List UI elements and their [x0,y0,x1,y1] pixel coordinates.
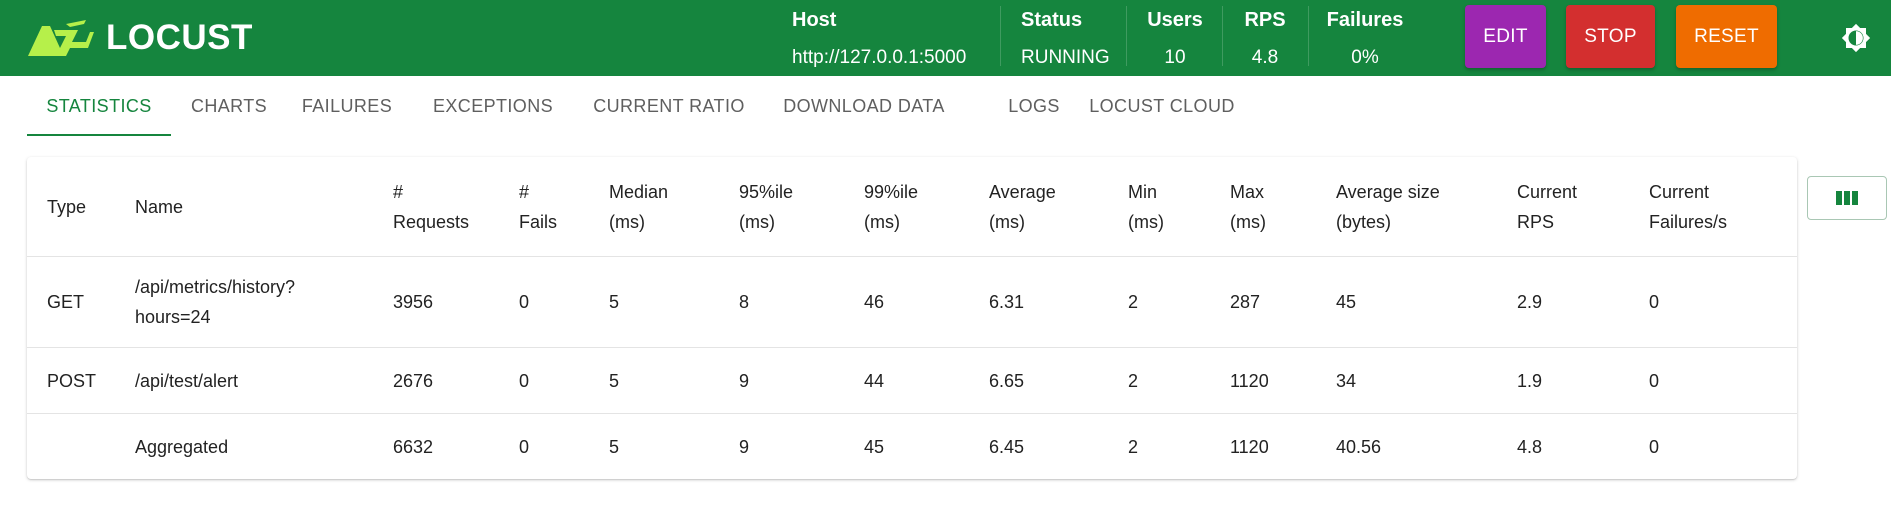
column-header-current-failures[interactable]: Current Failures/s [1649,157,1727,256]
divider [1308,6,1309,66]
cell-name: /api/metrics/history? hours=24 [135,277,296,327]
cell-current-rps: 2.9 [1517,292,1543,312]
tab-failures[interactable]: FAILURES [297,76,397,136]
column-header-requests[interactable]: # Requests [393,157,469,256]
cell-current-rps: 4.8 [1517,436,1543,457]
column-header-95ile[interactable]: 95%ile (ms) [739,157,793,256]
rps-value: 4.8 [1251,47,1279,68]
column-header-average-size[interactable]: Average size (bytes) [1336,157,1440,256]
divider [1126,6,1127,66]
edit-button[interactable]: EDIT [1465,5,1546,68]
tab-download-data[interactable]: DOWNLOAD DATA [779,76,949,136]
column-header-fails[interactable]: # Fails [519,157,557,256]
divider [1222,6,1223,66]
tab-logs[interactable]: LOGS [979,76,1089,136]
cell-min: 2 [1128,292,1139,312]
rps-label: RPS [1244,9,1286,31]
table-header-row: Type Name # Requests # Fails Median (ms) 95… [27,157,1797,257]
cell-current-failures: 0 [1649,292,1660,312]
theme-toggle-button[interactable] [1836,18,1876,58]
cell-median: 5 [609,292,620,312]
statistics-table: Type Name # Requests # Fails Median (ms) 95… [27,157,1797,479]
stop-button[interactable]: STOP [1566,5,1655,68]
tab-current-ratio[interactable]: CURRENT RATIO [589,76,749,136]
active-tab-indicator [27,134,171,136]
locust-logo-icon [28,20,94,56]
top-app-bar: LOCUST Host http://127.0.0.1:5000 Status… [0,0,1891,76]
users-value: 10 [1164,47,1186,68]
column-header-max[interactable]: Max (ms) [1230,157,1266,256]
cell-fails: 0 [519,370,530,391]
app-name: LOCUST [106,18,253,57]
cell-requests: 3956 [393,292,434,312]
cell-max: 287 [1230,292,1261,312]
cell-name: /api/test/alert [135,370,239,391]
cell-average: 6.31 [989,292,1025,312]
cell-requests: 2676 [393,370,434,391]
status-label: Status [1021,9,1083,31]
column-header-current-rps[interactable]: Current RPS [1517,157,1577,256]
host-label: Host [792,9,837,31]
cell-99ile: 46 [864,292,885,312]
cell-type: POST [47,370,97,391]
cell-min: 2 [1128,370,1139,391]
column-header-median[interactable]: Median (ms) [609,157,668,256]
cell-99ile: 45 [864,436,885,457]
cell-fails: 0 [519,292,530,312]
cell-name: Aggregated [135,436,229,457]
cell-average-size: 40.56 [1336,436,1382,457]
cell-average-size: 34 [1336,370,1357,391]
cell-current-failures: 0 [1649,436,1660,457]
table-row: POST /api/test/alert 2676 0 5 9 44 6.65 … [27,348,1797,414]
cell-95ile: 8 [739,292,750,312]
users-label: Users [1147,9,1203,31]
tab-locust-cloud[interactable]: LOCUST CLOUD [1087,76,1237,136]
column-selector-button[interactable] [1807,176,1887,220]
tab-statistics[interactable]: STATISTICS [27,76,171,136]
cell-max: 1120 [1230,436,1269,457]
column-header-average[interactable]: Average (ms) [989,157,1056,256]
cell-requests: 6632 [393,436,434,457]
column-header-type[interactable]: Type [47,157,86,256]
view-column-icon [1836,191,1858,205]
locust-logo: LOCUST [26,18,256,58]
table-row-aggregated: Aggregated 6632 0 5 9 45 6.45 2 1120 40.… [27,414,1797,479]
cell-99ile: 44 [864,370,885,391]
cell-max: 1120 [1230,370,1269,391]
divider [1000,6,1001,66]
reset-button[interactable]: RESET [1676,5,1777,68]
column-header-99ile[interactable]: 99%ile (ms) [864,157,918,256]
failures-label: Failures [1326,9,1404,31]
cell-average: 6.65 [989,370,1025,391]
status-stat: Status RUNNING [1021,8,1121,68]
failures-stat: Failures 0% [1326,8,1404,68]
tab-exceptions[interactable]: EXCEPTIONS [428,76,558,136]
brightness-icon [1841,23,1871,53]
cell-fails: 0 [519,436,530,457]
host-stat: Host http://127.0.0.1:5000 [792,8,992,68]
table-row: GET /api/metrics/history? hours=24 3956 0… [27,257,1797,348]
cell-95ile: 9 [739,436,750,457]
cell-min: 2 [1128,436,1139,457]
rps-stat: RPS 4.8 [1240,8,1290,68]
status-value: RUNNING [1021,47,1110,68]
cell-type: GET [47,292,85,312]
tab-charts[interactable]: CHARTS [182,76,276,136]
cell-median: 5 [609,370,620,391]
users-stat: Users 10 [1143,8,1207,68]
column-header-name[interactable]: Name [135,157,183,256]
cell-current-rps: 1.9 [1517,370,1543,391]
host-value: http://127.0.0.1:5000 [792,47,967,68]
cell-current-failures: 0 [1649,370,1660,391]
column-header-min[interactable]: Min (ms) [1128,157,1164,256]
cell-median: 5 [609,436,620,457]
cell-average: 6.45 [989,436,1025,457]
cell-average-size: 45 [1336,292,1357,312]
failures-value: 0% [1351,47,1379,68]
cell-95ile: 9 [739,370,750,391]
